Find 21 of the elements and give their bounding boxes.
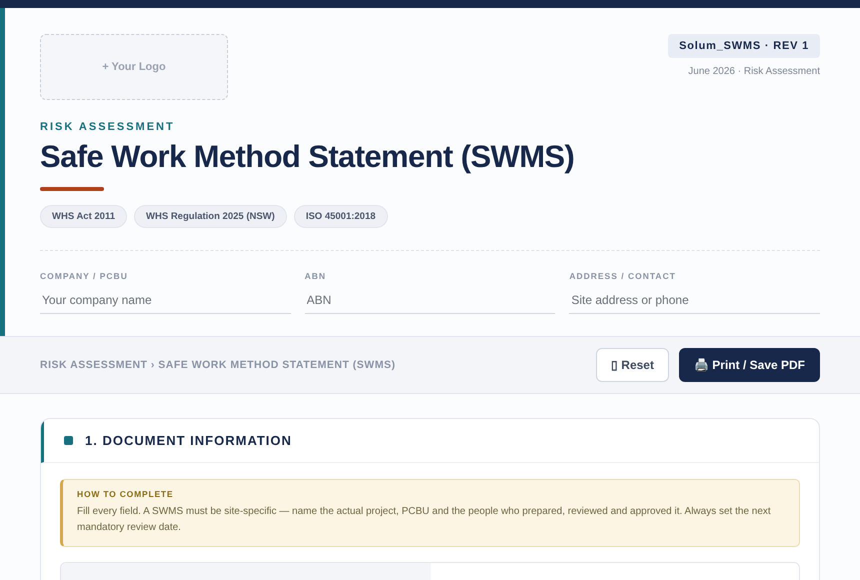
page-title: Safe Work Method Statement (SWMS): [40, 139, 576, 175]
field-label: ABN: [304, 271, 328, 281]
note-title: HOW TO COMPLETE: [77, 489, 174, 499]
breadcrumb: RISK ASSESSMENT › SAFE WORK METHOD STATEMENT (SWMS): [40, 359, 396, 371]
document-date: June 2026 · Risk Assessment: [688, 66, 820, 77]
input-field[interactable]: Your company name: [40, 287, 291, 314]
document-code: Solum_SWMS · REV 1: [668, 34, 820, 58]
standard-tag: WHS Act 2011: [40, 205, 128, 228]
action-button[interactable]: ▯ Reset: [596, 348, 669, 382]
input-field[interactable]: ABN: [304, 287, 556, 314]
section-title: 1. DOCUMENT INFORMATION: [85, 433, 292, 448]
note-text: Fill every field. A SWMS must be site-specific — name the actual project, PCBU and the people who prepared, reviewed and approved it. Always set the next mandatory review date.: [77, 505, 772, 535]
standard-tag: WHS Regulation 2025 (NSW): [134, 205, 287, 228]
standard-tag: ISO 45001:2018: [294, 205, 388, 228]
accent-rule: [40, 187, 104, 191]
field-label: ADDRESS / CONTACT: [569, 271, 677, 281]
input-field[interactable]: Site address or phone: [569, 287, 820, 314]
action-button[interactable]: 🖨 Print / Save PDF: [678, 348, 820, 382]
eyebrow-label: RISK ASSESSMENT: [40, 121, 176, 133]
field-label: COMPANY / PCBU: [40, 271, 129, 281]
section-marker-icon: [64, 436, 73, 445]
